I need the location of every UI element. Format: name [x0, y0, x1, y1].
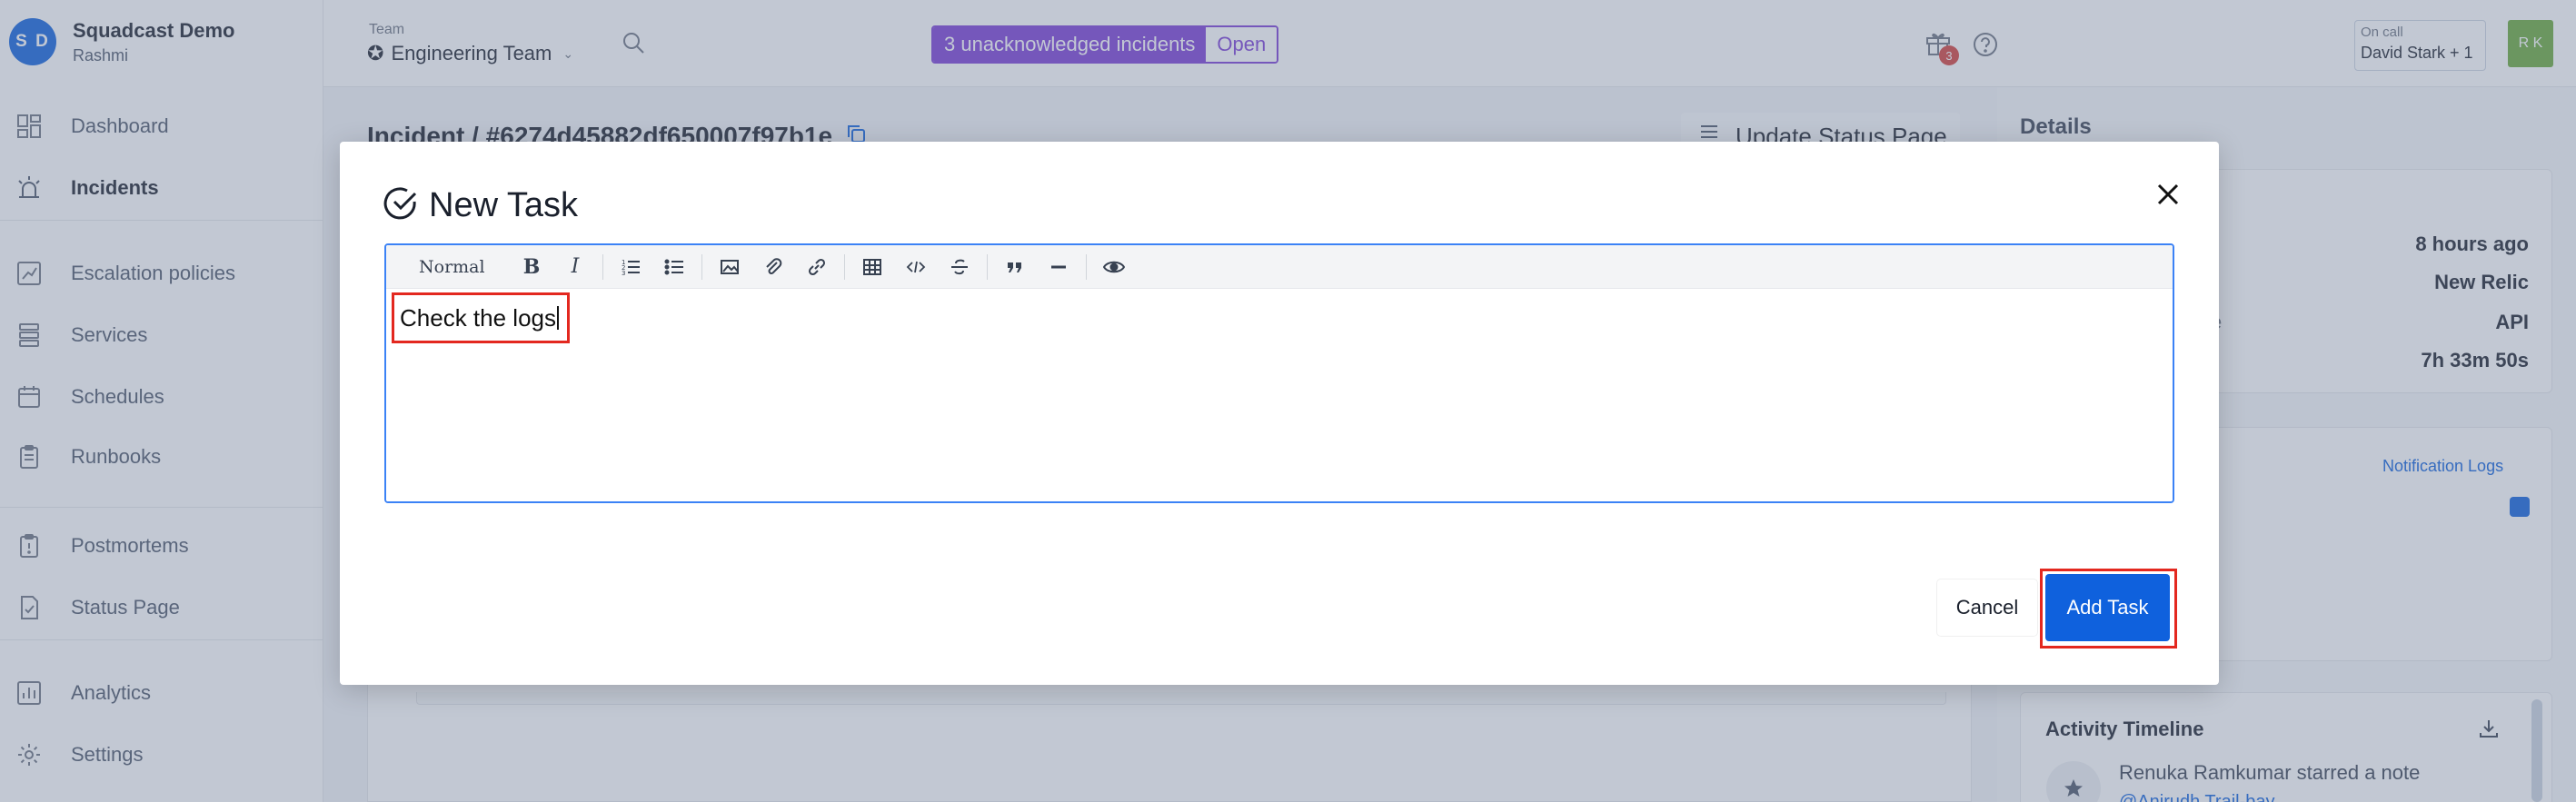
text-caret: [556, 306, 559, 330]
task-check-icon: [383, 185, 420, 226]
bullet-list-icon[interactable]: [658, 251, 691, 283]
task-editor-body[interactable]: Check the logs: [386, 289, 2173, 501]
attachment-icon[interactable]: [757, 251, 790, 283]
new-task-modal: New Task Normal B I 123 Check the logs C…: [340, 142, 2219, 685]
horizontal-rule-icon[interactable]: [1042, 251, 1075, 283]
task-editor: Normal B I 123 Check the logs: [384, 243, 2174, 503]
add-task-button[interactable]: Add Task: [2045, 574, 2170, 641]
bold-button[interactable]: B: [515, 251, 548, 283]
svg-text:3: 3: [622, 270, 625, 277]
editor-toolbar: Normal B I 123: [386, 245, 2173, 289]
italic-button[interactable]: I: [559, 251, 592, 283]
close-icon[interactable]: [2150, 176, 2186, 213]
task-text: Check the logs: [400, 303, 556, 332]
quote-icon[interactable]: [999, 251, 1031, 283]
modal-title: New Task: [429, 186, 579, 224]
task-text-highlight[interactable]: Check the logs: [392, 292, 570, 343]
strikethrough-icon[interactable]: [943, 251, 976, 283]
format-select[interactable]: Normal: [419, 257, 510, 277]
table-icon[interactable]: [856, 251, 889, 283]
preview-eye-icon[interactable]: [1098, 251, 1130, 283]
cancel-button[interactable]: Cancel: [1937, 579, 2037, 636]
image-icon[interactable]: [713, 251, 746, 283]
link-icon[interactable]: [801, 251, 833, 283]
code-icon[interactable]: [900, 251, 932, 283]
ordered-list-icon[interactable]: 123: [614, 251, 647, 283]
modal-header: New Task: [383, 185, 578, 226]
